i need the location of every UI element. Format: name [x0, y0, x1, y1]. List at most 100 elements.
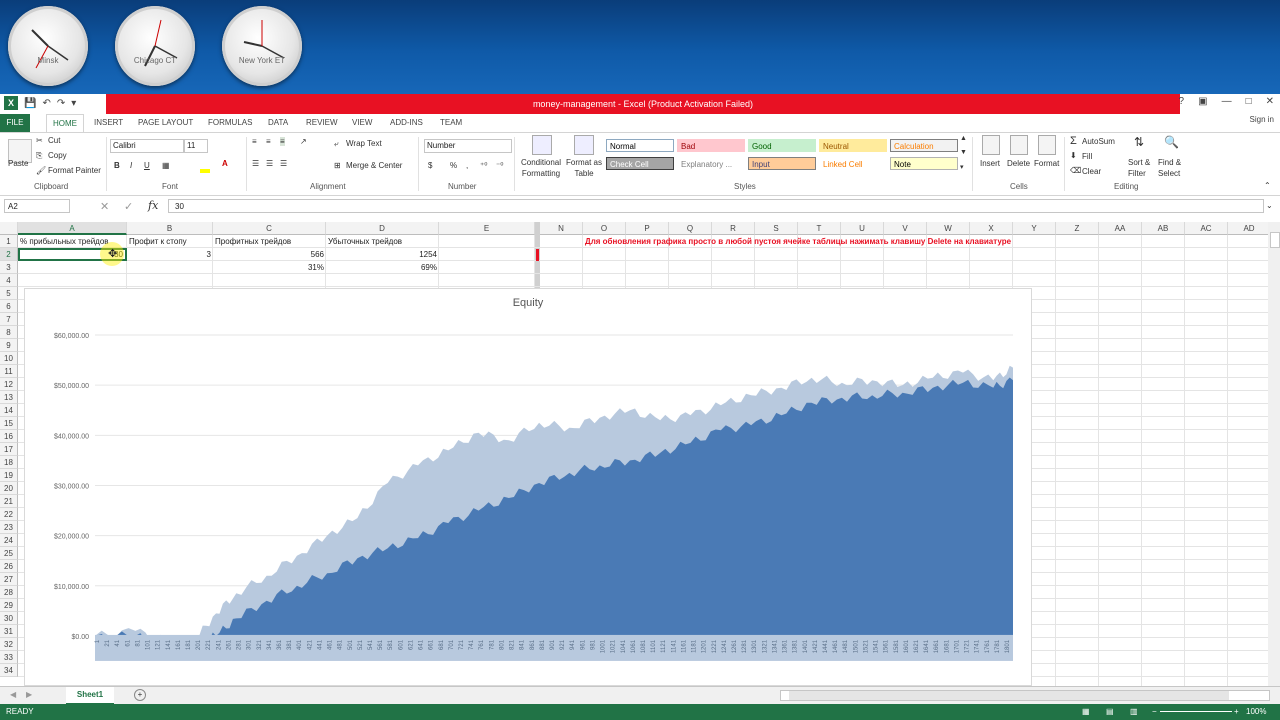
format-painter-button[interactable]: Format Painter	[48, 166, 101, 175]
format-cells-button[interactable]: Format	[1034, 159, 1059, 168]
font-name-dropdown[interactable]: Calibri	[110, 139, 184, 153]
number-format-dropdown[interactable]: Number	[424, 139, 512, 153]
column-header-b[interactable]: B	[127, 222, 213, 235]
copy-button[interactable]: Copy	[48, 151, 67, 160]
row-header-27[interactable]: 27	[0, 573, 18, 586]
cell-style-4[interactable]: Calculation	[890, 139, 958, 152]
insert-function-button[interactable]: fx	[148, 199, 158, 212]
increase-decimal-icon[interactable]: ⁺⁰	[480, 161, 487, 170]
bold-button[interactable]: B	[114, 161, 120, 170]
underline-button[interactable]: U	[144, 161, 150, 170]
zoom-in-icon[interactable]: +	[1234, 704, 1239, 720]
column-header-z[interactable]: Z	[1056, 222, 1099, 235]
tab-insert[interactable]: INSERT	[88, 114, 129, 132]
row-header-12[interactable]: 12	[0, 378, 18, 391]
column-header-a[interactable]: A	[18, 222, 127, 235]
cell-style-0[interactable]: Normal	[606, 139, 674, 152]
tab-file[interactable]: FILE	[0, 114, 30, 132]
row-header-3[interactable]: 3	[0, 261, 18, 274]
font-size-dropdown[interactable]: 11	[184, 139, 208, 153]
conditional-formatting-button[interactable]: Conditional Formatting	[518, 157, 564, 179]
minimize-button[interactable]: —	[1222, 96, 1232, 107]
row-header-25[interactable]: 25	[0, 547, 18, 560]
vertical-scrollbar[interactable]	[1268, 222, 1280, 686]
prev-sheet-icon[interactable]: ◀	[10, 690, 16, 699]
gallery-more-icon[interactable]: ▾	[960, 163, 964, 171]
percent-button[interactable]: %	[450, 161, 457, 170]
merge-center-button[interactable]: Merge & Center	[346, 161, 402, 170]
cell-style-7[interactable]: Input	[748, 157, 816, 170]
column-header-c[interactable]: C	[213, 222, 326, 235]
row-header-7[interactable]: 7	[0, 313, 18, 326]
column-header-v[interactable]: V	[884, 222, 927, 235]
row-header-23[interactable]: 23	[0, 521, 18, 534]
align-top-icon[interactable]: ≡	[252, 137, 257, 146]
row-header-10[interactable]: 10	[0, 352, 18, 365]
cell-b1[interactable]: Профит к стопу	[127, 235, 213, 248]
name-box[interactable]: A2	[4, 199, 70, 213]
cell-c1[interactable]: Профитных трейдов	[213, 235, 326, 248]
row-header-19[interactable]: 19	[0, 469, 18, 482]
close-button[interactable]: ✕	[1266, 96, 1274, 107]
tab-formulas[interactable]: FORMULAS	[202, 114, 258, 132]
align-bottom-icon[interactable]: ≡	[280, 137, 285, 146]
cell-style-1[interactable]: Bad	[677, 139, 745, 152]
find-select-button[interactable]: Find & Select	[1158, 157, 1188, 179]
row-header-26[interactable]: 26	[0, 560, 18, 573]
select-all-button[interactable]	[0, 222, 18, 235]
row-header-5[interactable]: 5	[0, 287, 18, 300]
collapse-ribbon-icon[interactable]: ⌃	[1264, 181, 1271, 190]
row-header-16[interactable]: 16	[0, 430, 18, 443]
cell-style-2[interactable]: Good	[748, 139, 816, 152]
tab-home[interactable]: HOME	[46, 114, 84, 133]
column-header-ad[interactable]: AD	[1228, 222, 1268, 235]
cell-b2[interactable]: 3	[127, 248, 213, 261]
row-header-32[interactable]: 32	[0, 638, 18, 651]
column-header-u[interactable]: U	[841, 222, 884, 235]
column-header-w[interactable]: W	[927, 222, 970, 235]
zoom-slider[interactable]	[1160, 711, 1232, 712]
row-header-11[interactable]: 11	[0, 365, 18, 378]
column-header-q[interactable]: Q	[669, 222, 712, 235]
cell-c2[interactable]: 566	[213, 248, 326, 261]
row-header-17[interactable]: 17	[0, 443, 18, 456]
fill-icon[interactable]: ⬇	[1070, 151, 1077, 160]
cell-c3[interactable]: 31%	[213, 261, 326, 274]
row-header-24[interactable]: 24	[0, 534, 18, 547]
clear-icon[interactable]: ⌫	[1070, 166, 1081, 175]
excel-logo-icon[interactable]: X	[4, 96, 18, 110]
tab-review[interactable]: REVIEW	[300, 114, 344, 132]
insert-cells-icon[interactable]	[982, 135, 1000, 155]
column-header-aa[interactable]: AA	[1099, 222, 1142, 235]
align-left-icon[interactable]: ☰	[252, 159, 259, 168]
customize-qat-icon[interactable]: ▾	[71, 98, 76, 109]
next-sheet-icon[interactable]: ▶	[26, 690, 32, 699]
row-header-28[interactable]: 28	[0, 586, 18, 599]
horizontal-scroll-thumb[interactable]	[789, 691, 1229, 700]
row-header-15[interactable]: 15	[0, 417, 18, 430]
sort-filter-button[interactable]: Sort & Filter	[1128, 157, 1158, 179]
row-header-34[interactable]: 34	[0, 664, 18, 677]
align-right-icon[interactable]: ☰	[280, 159, 287, 168]
row-header-30[interactable]: 30	[0, 612, 18, 625]
cell-d2[interactable]: 1254	[326, 248, 439, 261]
paste-button[interactable]: Paste	[8, 159, 28, 168]
row-header-13[interactable]: 13	[0, 391, 18, 404]
cut-icon[interactable]: ✂	[36, 136, 43, 145]
page-layout-view-icon[interactable]: ▤	[1106, 704, 1114, 720]
align-center-icon[interactable]: ☰	[266, 159, 273, 168]
format-as-table-button[interactable]: Format as Table	[566, 157, 602, 179]
help-button[interactable]: ?	[1179, 96, 1185, 107]
italic-button[interactable]: I	[130, 161, 132, 170]
normal-view-icon[interactable]: ▦	[1082, 704, 1090, 720]
copy-icon[interactable]: ⎘	[36, 151, 42, 161]
fill-button[interactable]: Fill	[1082, 152, 1092, 161]
row-header-4[interactable]: 4	[0, 274, 18, 287]
orientation-icon[interactable]: ↗	[300, 137, 307, 146]
page-break-view-icon[interactable]: ▥	[1130, 704, 1138, 720]
row-header-20[interactable]: 20	[0, 482, 18, 495]
merge-icon[interactable]: ⊞	[334, 161, 341, 170]
column-header-y[interactable]: Y	[1013, 222, 1056, 235]
conditional-formatting-icon[interactable]	[532, 135, 552, 155]
zoom-level[interactable]: 100%	[1246, 704, 1266, 720]
